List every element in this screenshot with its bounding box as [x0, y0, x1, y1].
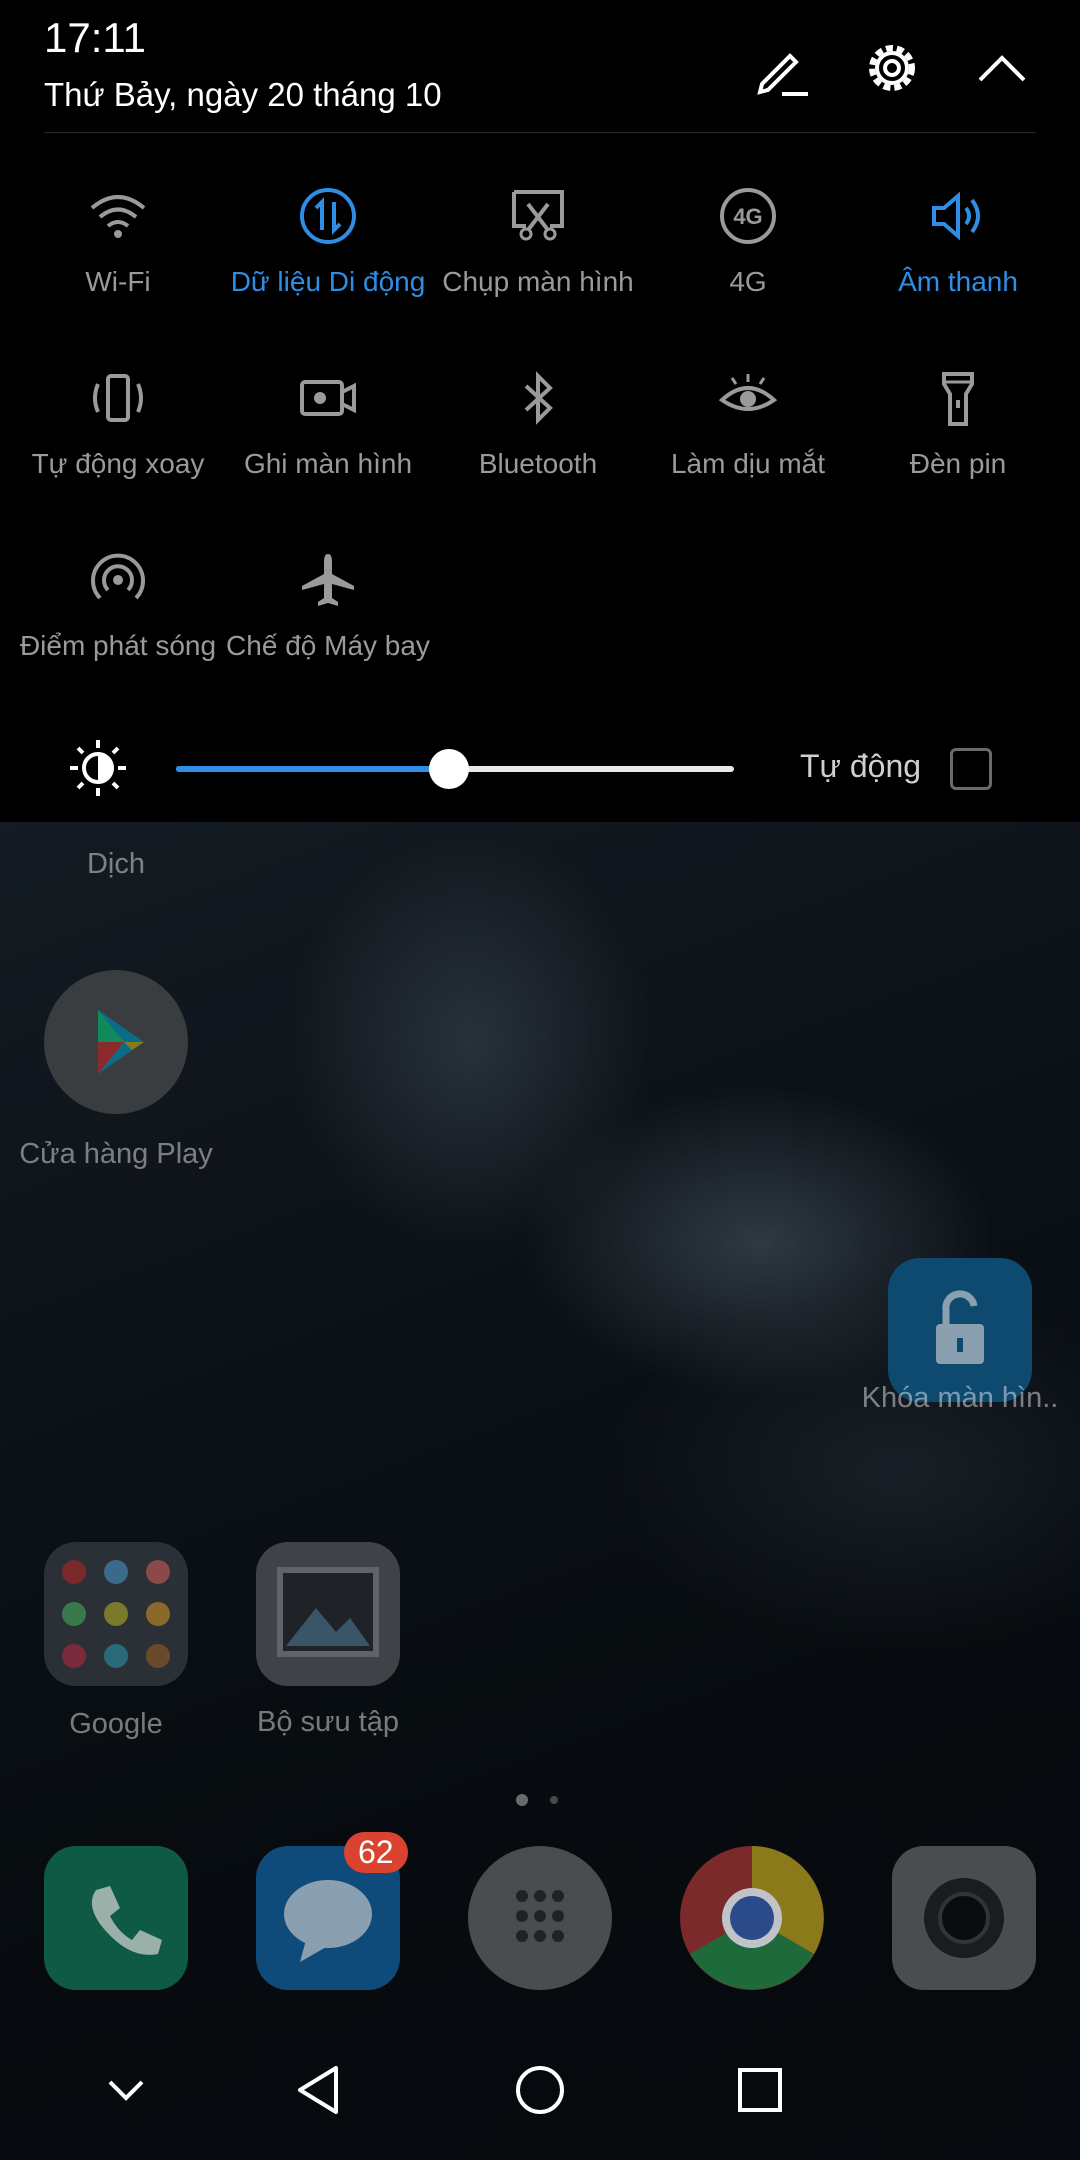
4g-icon: 4G	[718, 186, 778, 246]
tile-mobile-data[interactable]: Dữ liệu Di động	[223, 186, 433, 346]
gear-icon[interactable]	[862, 38, 922, 98]
brightness-slider[interactable]	[176, 749, 734, 789]
brightness-row: Tự động	[0, 730, 1080, 810]
auto-rotate-icon	[88, 368, 148, 428]
tile-eye-comfort[interactable]: Làm dịu mắt	[643, 368, 853, 528]
tile-auto-rotate[interactable]: Tự động xoay	[13, 368, 223, 528]
chrome-icon[interactable]	[680, 1846, 824, 1990]
tile-bluetooth[interactable]: Bluetooth	[433, 368, 643, 528]
sound-icon	[928, 186, 988, 246]
page-indicator-dot	[516, 1794, 528, 1806]
tile-airplane[interactable]: Chế độ Máy bay	[223, 550, 433, 710]
bluetooth-icon	[508, 368, 568, 428]
lock-screen-icon[interactable]	[888, 1258, 1032, 1402]
home-icon[interactable]	[510, 2060, 570, 2120]
brightness-icon	[68, 738, 128, 798]
wifi-icon	[88, 186, 148, 246]
messages-badge: 62	[344, 1832, 408, 1873]
eye-comfort-icon	[718, 368, 778, 428]
screen-record-icon	[298, 368, 358, 428]
mobile-data-icon	[298, 186, 358, 246]
screen: Dịch Cửa hàng Play Khóa màn hìn.. Google…	[0, 0, 1080, 2160]
chevron-down-icon[interactable]	[96, 2060, 156, 2120]
quick-settings-panel: 17:11 Thứ Bảy, ngày 20 tháng 10 Wi-Fi Dữ…	[0, 0, 1080, 822]
brightness-thumb[interactable]	[429, 749, 470, 789]
tile-label-airplane: Chế độ Máy bay	[226, 630, 430, 661]
chevron-up-icon[interactable]	[972, 38, 1032, 98]
app-label-google[interactable]: Google	[6, 1708, 226, 1741]
tile-label-flashlight: Đèn pin	[909, 448, 1007, 479]
app-drawer-icon[interactable]	[468, 1846, 612, 1990]
play-store-icon[interactable]	[44, 970, 188, 1114]
phone-icon[interactable]	[44, 1846, 188, 1990]
app-label-lock-screen[interactable]: Khóa màn hìn..	[850, 1382, 1070, 1415]
recents-icon[interactable]	[730, 2060, 790, 2120]
airplane-icon	[298, 550, 358, 610]
tile-label-sound: Âm thanh	[898, 266, 1018, 297]
page-indicator-dot	[550, 1796, 558, 1804]
tile-4g[interactable]: 4G 4G	[643, 186, 853, 346]
app-label-gallery[interactable]: Bộ sưu tập	[218, 1706, 438, 1739]
svg-text:4G: 4G	[733, 204, 762, 229]
header-divider	[44, 132, 1036, 133]
flashlight-icon	[928, 368, 988, 428]
home-screen: Dịch Cửa hàng Play Khóa màn hìn.. Google…	[0, 822, 1080, 2160]
auto-brightness-label: Tự động	[800, 748, 922, 784]
hotspot-icon	[88, 550, 148, 610]
brightness-fill	[176, 766, 450, 772]
gallery-icon[interactable]	[256, 1542, 400, 1686]
navigation-bar	[0, 2020, 1080, 2160]
app-label-dich[interactable]: Dịch	[6, 848, 226, 881]
tile-screen-record[interactable]: Ghi màn hình	[223, 368, 433, 528]
tile-sound[interactable]: Âm thanh	[853, 186, 1063, 346]
tile-hotspot[interactable]: Điểm phát sóng	[13, 550, 223, 710]
tile-flashlight[interactable]: Đèn pin	[853, 368, 1063, 528]
app-label-play-store[interactable]: Cửa hàng Play	[6, 1138, 226, 1171]
tile-wifi[interactable]: Wi-Fi	[13, 186, 223, 346]
tile-screenshot[interactable]: Chụp màn hình	[433, 186, 643, 346]
camera-icon[interactable]	[892, 1846, 1036, 1990]
auto-brightness-checkbox[interactable]	[950, 748, 992, 790]
google-folder-icon[interactable]	[44, 1542, 188, 1686]
edit-icon[interactable]	[752, 38, 812, 98]
status-time: 17:11	[44, 14, 146, 61]
back-icon[interactable]	[290, 2060, 350, 2120]
screenshot-icon	[508, 186, 568, 246]
status-date: Thứ Bảy, ngày 20 tháng 10	[44, 76, 442, 113]
